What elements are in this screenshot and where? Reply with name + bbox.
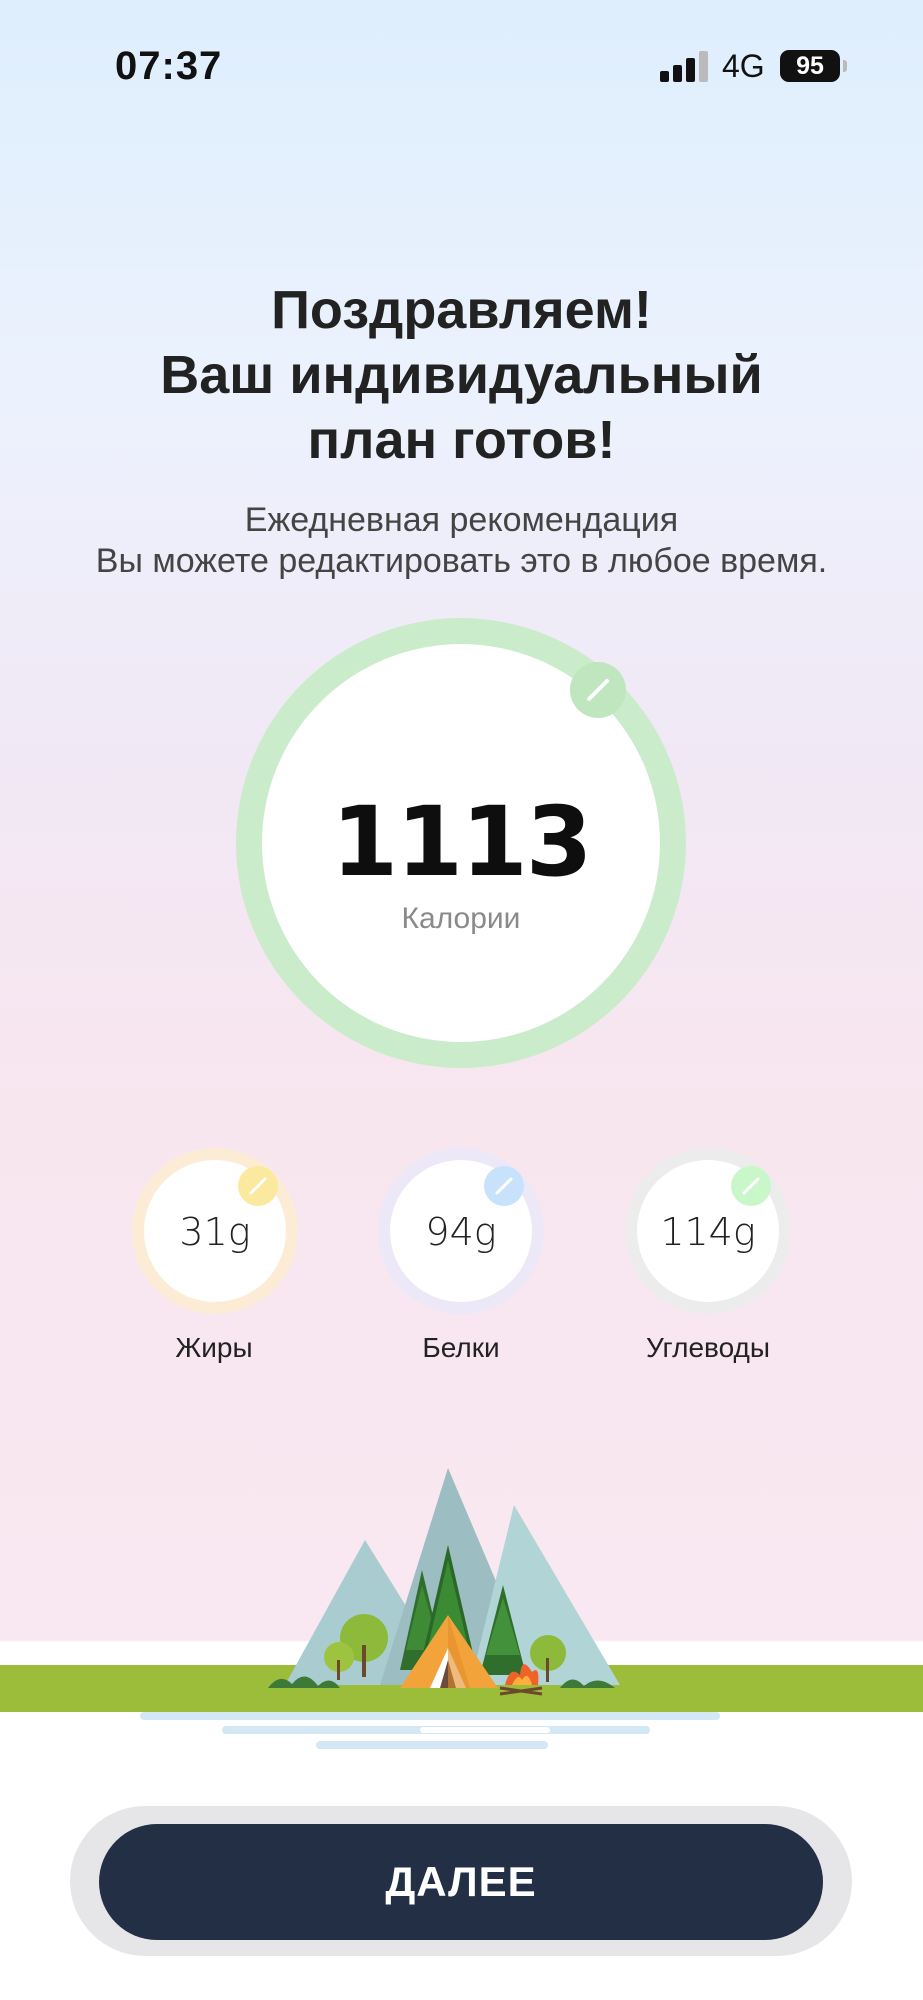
signal-bars-icon: [660, 50, 708, 82]
macro-ring-protein[interactable]: 94g: [378, 1148, 544, 1314]
page-subtitle: Ежедневная рекомендация Вы можете редакт…: [0, 500, 923, 582]
calories-label: Калории: [401, 902, 521, 935]
title-line: Ваш индивидуальный: [160, 345, 763, 405]
macro-value-carbs: 114g: [660, 1210, 756, 1254]
camping-tent-illustration: [0, 1468, 923, 1749]
pencil-icon: [249, 1177, 267, 1195]
calories-ring[interactable]: 1113 Калории: [236, 618, 686, 1068]
edit-calories-button[interactable]: [570, 662, 626, 718]
edit-fat-button[interactable]: [238, 1166, 278, 1206]
macro-label-fat: Жиры: [175, 1332, 253, 1363]
macro-label-carbs: Углеводы: [645, 1332, 771, 1363]
subtitle-line: Ежедневная рекомендация: [244, 501, 679, 539]
title-line: Поздравляем!: [271, 280, 652, 340]
pencil-icon: [742, 1177, 760, 1195]
macro-label-protein: Белки: [422, 1332, 500, 1363]
macro-ring-carbs[interactable]: 114g: [625, 1148, 791, 1314]
network-type: 4G: [722, 48, 765, 84]
status-bar: 07:37 4G 95: [0, 0, 923, 140]
cta-container: ДАЛЕЕ: [70, 1806, 852, 1956]
title-line: план готов!: [307, 410, 616, 470]
next-button[interactable]: ДАЛЕЕ: [99, 1824, 823, 1940]
pencil-icon: [587, 679, 609, 701]
pencil-icon: [495, 1177, 513, 1195]
battery-icon: 95: [780, 50, 840, 82]
macro-value-protein: 94g: [425, 1210, 497, 1254]
page-title: Поздравляем! Ваш индивидуальный план гот…: [0, 278, 923, 473]
edit-protein-button[interactable]: [484, 1166, 524, 1206]
battery-cap: [843, 60, 847, 72]
macro-ring-fat[interactable]: 31g: [132, 1148, 298, 1314]
calories-value: 1113: [331, 786, 592, 898]
macro-value-fat: 31g: [179, 1210, 251, 1254]
subtitle-line: Вы можете редактировать это в любое врем…: [95, 542, 828, 580]
edit-carbs-button[interactable]: [731, 1166, 771, 1206]
status-time: 07:37: [115, 44, 223, 88]
